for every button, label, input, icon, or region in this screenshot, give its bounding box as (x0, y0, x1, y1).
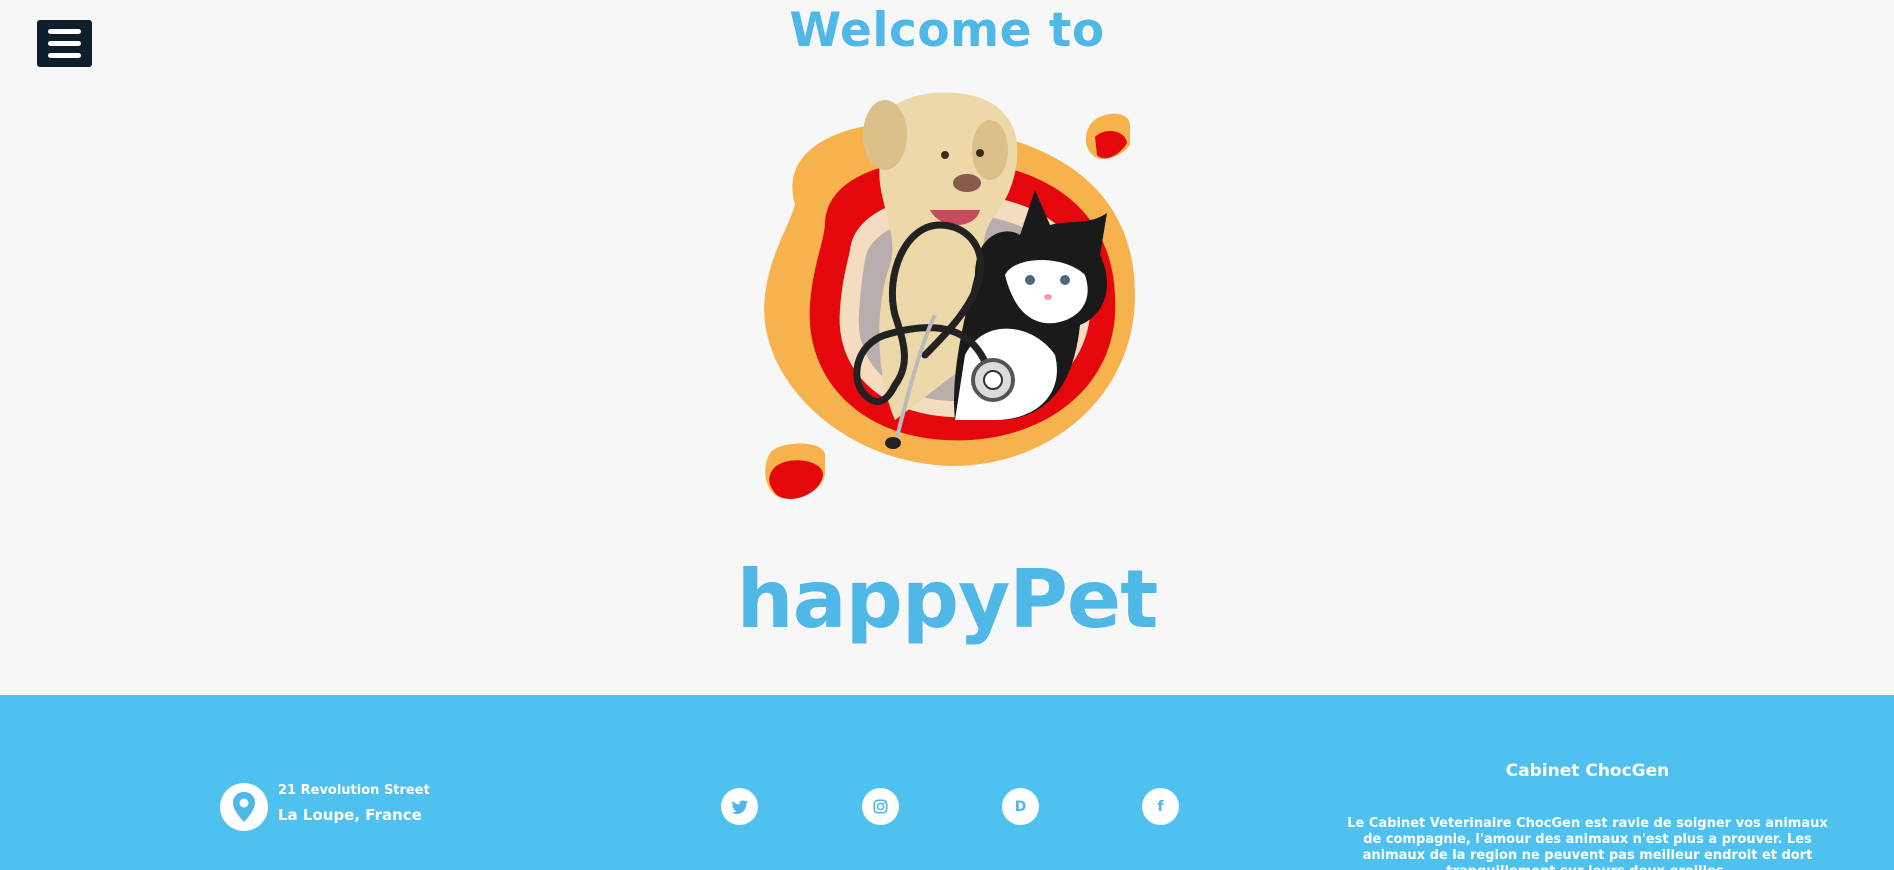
footer: 21 Revolution Street La Loupe, France D … (0, 695, 1894, 870)
dribbble-icon[interactable]: D (1002, 788, 1039, 825)
address-city: La Loupe, France (278, 806, 422, 824)
accent-blob-bottom-red (769, 460, 823, 499)
twitter-icon[interactable] (721, 788, 758, 825)
welcome-heading: Welcome to (789, 3, 1105, 58)
facebook-icon[interactable]: f (1142, 788, 1179, 825)
brand-name: happyPet (736, 553, 1159, 646)
cabinet-title: Cabinet ChocGen (1505, 761, 1670, 781)
cabinet-description: Le Cabinet Veterinaire ChocGen est ravie… (1347, 816, 1828, 870)
instagram-icon[interactable] (862, 788, 899, 825)
hero-logo-image (764, 92, 1135, 499)
address-street: 21 Revolution Street (278, 783, 430, 798)
map-pin-icon (220, 783, 268, 831)
accent-blob-top-red (1095, 131, 1127, 159)
